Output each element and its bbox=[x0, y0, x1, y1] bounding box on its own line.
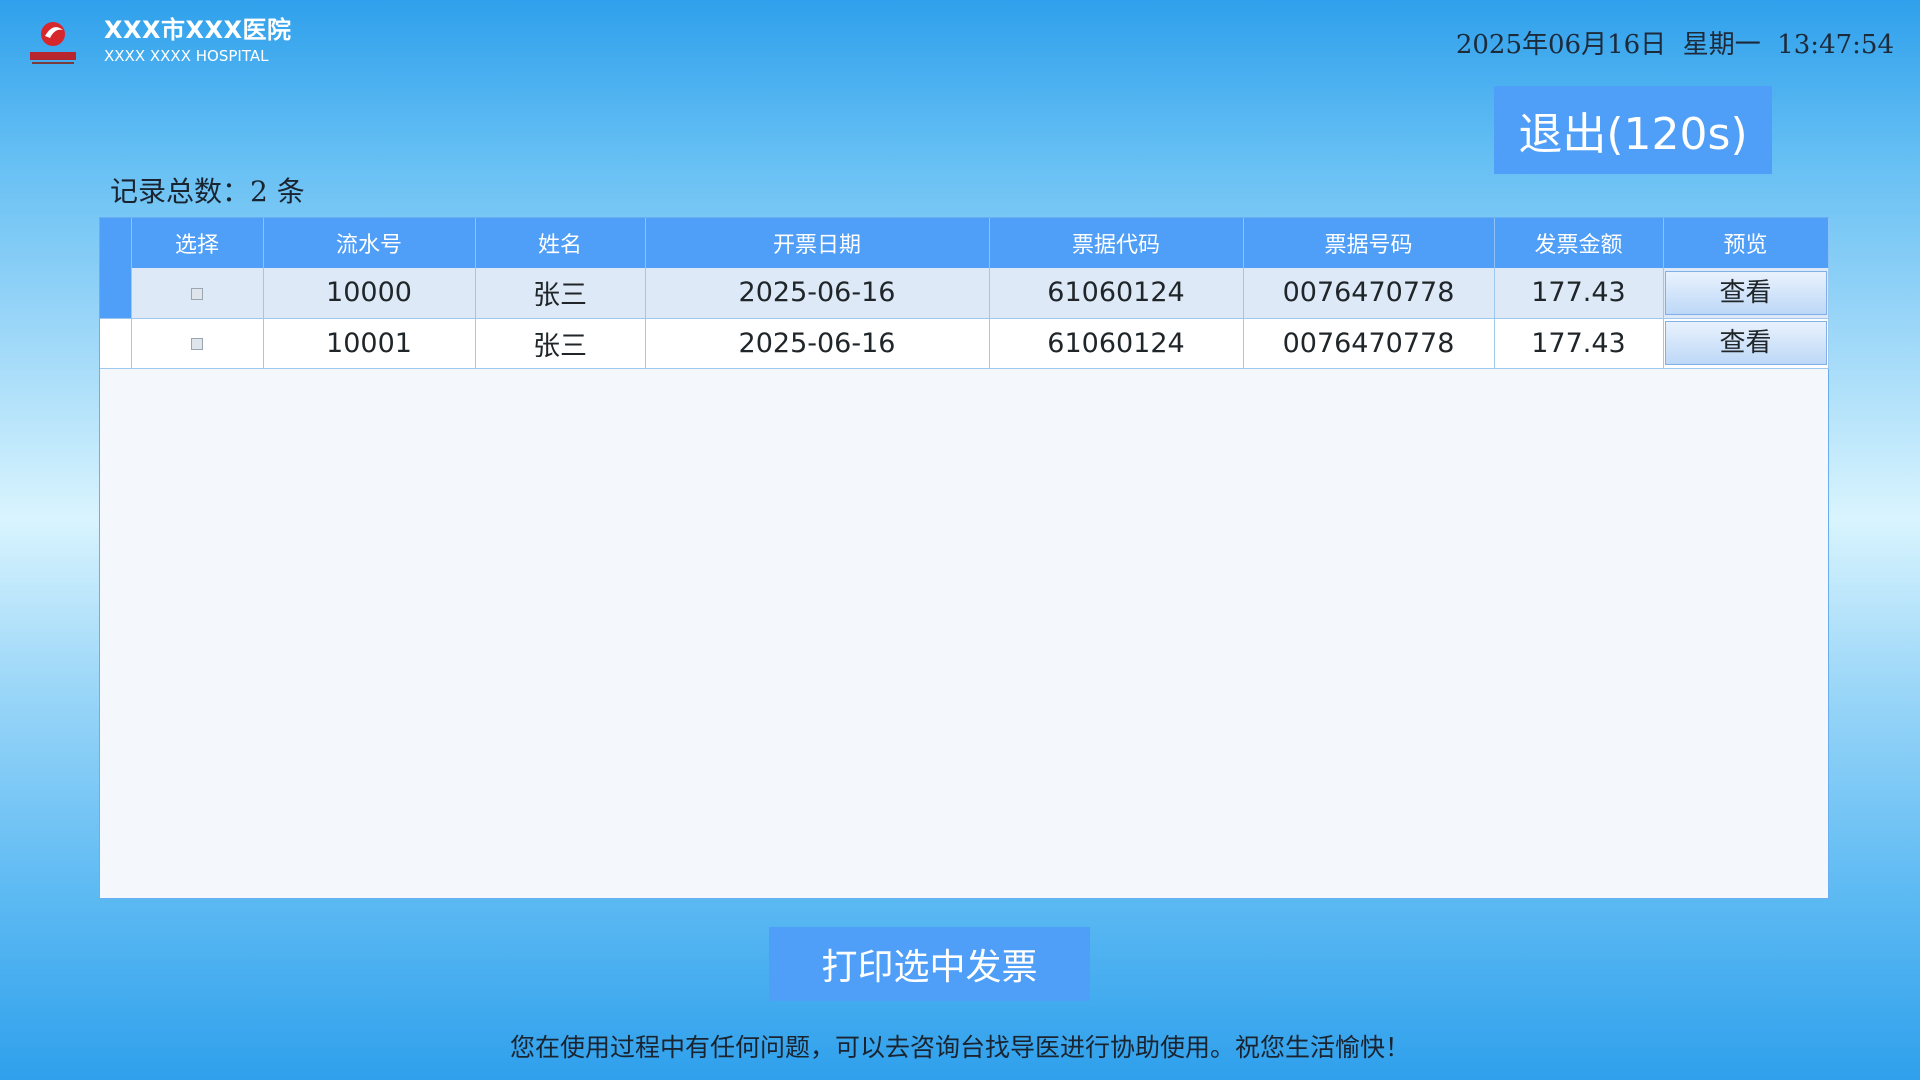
cell-code: 61060124 bbox=[989, 268, 1244, 319]
exit-button[interactable]: 退出(120s) bbox=[1494, 86, 1772, 174]
cell-date: 2025-06-16 bbox=[645, 318, 990, 369]
table-row[interactable]: 10000 张三 2025-06-16 61060124 0076470778 … bbox=[100, 268, 1829, 319]
view-button[interactable]: 查看 bbox=[1664, 270, 1827, 315]
column-header-preview[interactable]: 预览 bbox=[1663, 218, 1829, 268]
cell-name: 张三 bbox=[475, 318, 646, 369]
column-header-date[interactable]: 开票日期 bbox=[645, 218, 990, 268]
cell-code: 61060124 bbox=[989, 318, 1244, 369]
column-header-serial[interactable]: 流水号 bbox=[263, 218, 476, 268]
cell-preview: 查看 bbox=[1663, 318, 1829, 369]
table-row[interactable]: 10001 张三 2025-06-16 61060124 0076470778 … bbox=[100, 318, 1829, 369]
cell-serial: 10000 bbox=[263, 268, 476, 319]
cell-preview: 查看 bbox=[1663, 268, 1829, 319]
cell-amount: 177.43 bbox=[1494, 268, 1664, 319]
cell-name: 张三 bbox=[475, 268, 646, 319]
view-button[interactable]: 查看 bbox=[1664, 321, 1827, 365]
column-header-amount[interactable]: 发票金额 bbox=[1494, 218, 1664, 268]
column-header-code[interactable]: 票据代码 bbox=[989, 218, 1244, 268]
cell-number: 0076470778 bbox=[1243, 318, 1495, 369]
cell-amount: 177.43 bbox=[1494, 318, 1664, 369]
hospital-logo bbox=[30, 22, 76, 64]
row-checkbox[interactable] bbox=[191, 287, 203, 300]
column-header-select[interactable]: 选择 bbox=[131, 218, 264, 268]
hospital-name: XXX市XXX医院 bbox=[104, 16, 292, 44]
record-count: 记录总数：2 条 bbox=[110, 175, 305, 208]
row-checkbox[interactable] bbox=[191, 338, 203, 350]
row-checkbox-cell[interactable] bbox=[131, 268, 264, 319]
hospital-name-en: XXXX XXXX HOSPITAL bbox=[104, 47, 269, 65]
row-selector[interactable] bbox=[100, 318, 132, 369]
column-header-name[interactable]: 姓名 bbox=[475, 218, 646, 268]
print-selected-invoice-button[interactable]: 打印选中发票 bbox=[769, 927, 1090, 1001]
footer-help-note: 您在使用过程中有任何问题，可以去咨询台找导医进行协助使用。祝您生活愉快！ bbox=[509, 1033, 1410, 1062]
current-datetime: 2025年06月16日 星期一 13:47:54 bbox=[1455, 30, 1894, 60]
cell-date: 2025-06-16 bbox=[645, 268, 990, 319]
row-checkbox-cell[interactable] bbox=[131, 318, 264, 369]
column-header-number[interactable]: 票据号码 bbox=[1243, 218, 1495, 268]
row-header-corner bbox=[100, 218, 132, 268]
row-selector[interactable] bbox=[100, 268, 132, 319]
table-header-row: 选择 流水号 姓名 开票日期 票据代码 票据号码 发票金额 预览 bbox=[100, 218, 1829, 268]
invoice-grid: 选择 流水号 姓名 开票日期 票据代码 票据号码 发票金额 预览 10000 张… bbox=[99, 217, 1829, 899]
cell-number: 0076470778 bbox=[1243, 268, 1495, 319]
cell-serial: 10001 bbox=[263, 318, 476, 369]
